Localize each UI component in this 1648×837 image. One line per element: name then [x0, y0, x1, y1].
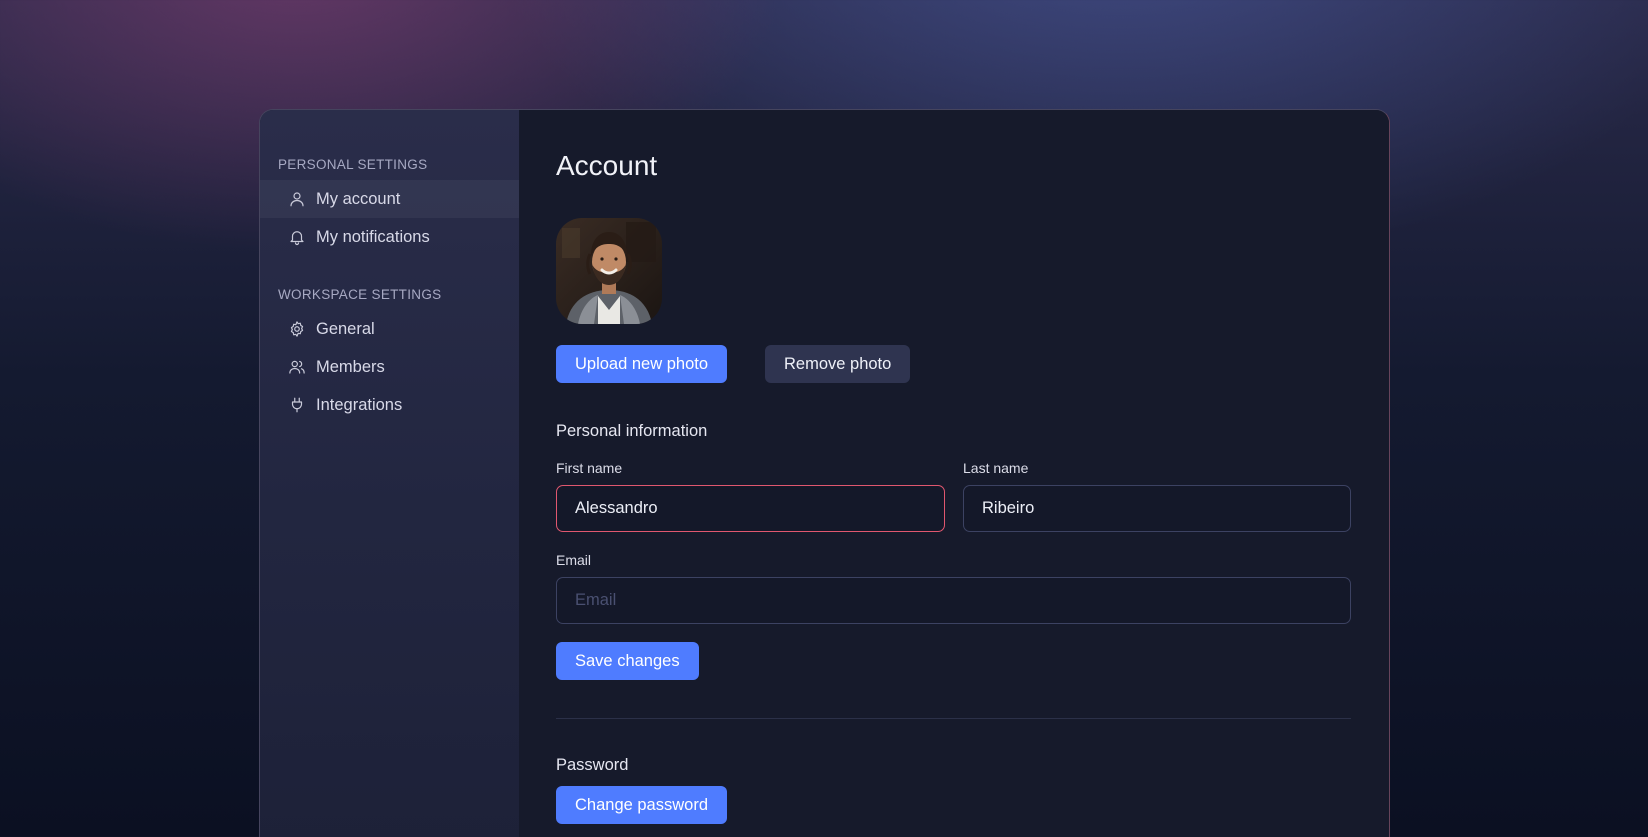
email-label: Email — [556, 552, 592, 568]
sidebar-item-members[interactable]: Members — [260, 348, 519, 386]
settings-sidebar: PERSONAL SETTINGS My account My notifica… — [260, 110, 519, 837]
user-icon — [288, 190, 306, 208]
last-name-field[interactable] — [963, 485, 1351, 532]
plug-icon — [288, 396, 306, 414]
sidebar-item-my-account[interactable]: My account — [260, 180, 519, 218]
change-password-button[interactable]: Change password — [556, 786, 727, 824]
sidebar-item-label: Integrations — [316, 395, 403, 414]
bell-icon — [288, 228, 306, 246]
email-field[interactable] — [556, 577, 1351, 624]
sidebar-item-integrations[interactable]: Integrations — [260, 386, 519, 424]
sidebar-item-label: General — [316, 319, 375, 338]
account-panel: Account Upload new photo Remove photo Pe… — [519, 110, 1389, 837]
gear-icon — [288, 320, 306, 338]
sidebar-item-label: My notifications — [316, 227, 430, 246]
users-icon — [288, 358, 306, 376]
sidebar-item-label: Members — [316, 357, 385, 376]
sidebar-item-label: My account — [316, 189, 401, 208]
sidebar-item-general[interactable]: General — [260, 310, 519, 348]
settings-window: PERSONAL SETTINGS My account My notifica… — [259, 109, 1390, 837]
personal-settings-label: PERSONAL SETTINGS — [278, 157, 428, 172]
first-name-field[interactable] — [556, 485, 945, 532]
section-divider — [556, 718, 1351, 719]
avatar — [556, 218, 662, 324]
page-title: Account — [556, 150, 658, 181]
last-name-label: Last name — [963, 460, 1029, 476]
upload-photo-button[interactable]: Upload new photo — [556, 345, 728, 383]
first-name-label: First name — [556, 460, 623, 476]
remove-photo-button[interactable]: Remove photo — [765, 345, 911, 383]
personal-info-heading: Personal information — [556, 422, 708, 440]
password-heading: Password — [556, 756, 629, 774]
save-changes-button[interactable]: Save changes — [556, 642, 699, 680]
sidebar-item-my-notifications[interactable]: My notifications — [260, 218, 519, 256]
workspace-settings-label: WORKSPACE SETTINGS — [278, 287, 442, 302]
